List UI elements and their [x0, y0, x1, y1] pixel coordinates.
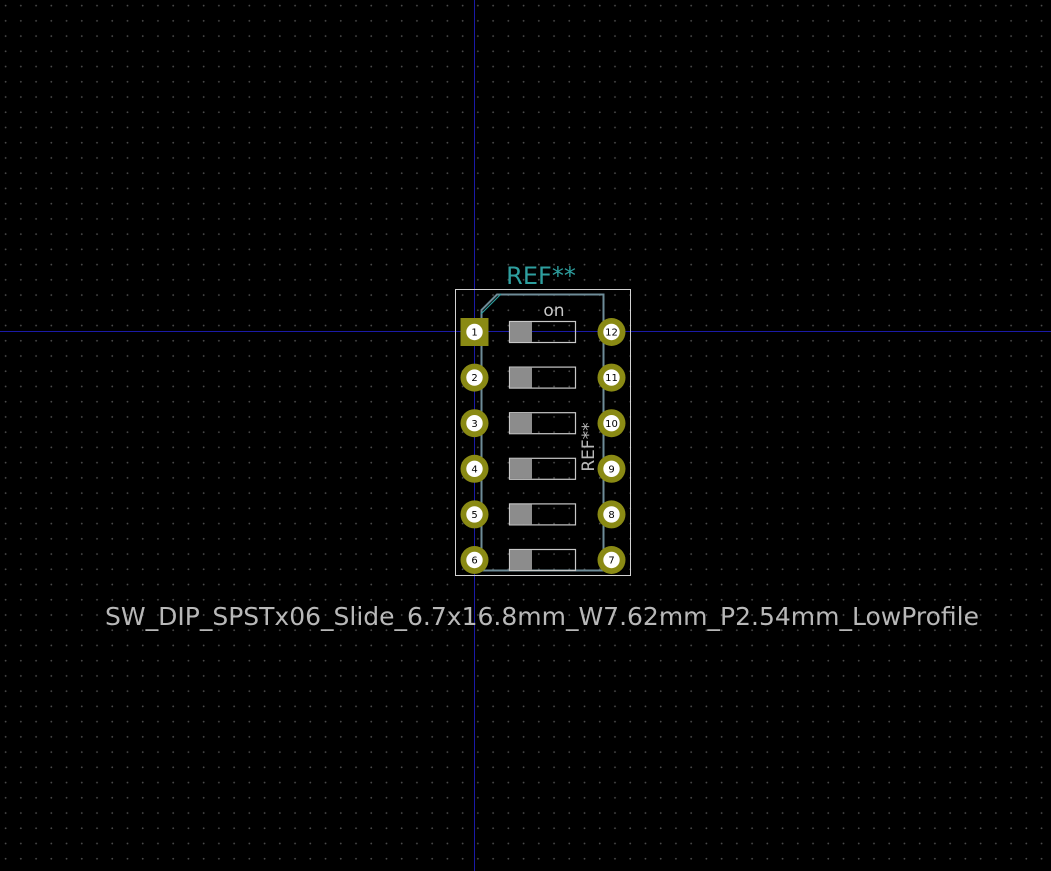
pad-2[interactable]: 2 — [460, 363, 489, 392]
pad-1[interactable]: 1 — [460, 318, 489, 346]
on-label: on — [543, 301, 564, 321]
switch-actuator — [510, 367, 532, 388]
pad-number: 4 — [471, 464, 477, 475]
pad-number: 6 — [471, 556, 477, 567]
reference-label-top[interactable]: REF** — [506, 262, 576, 290]
pad-number: 9 — [608, 464, 614, 475]
switch-actuator — [510, 550, 532, 570]
pad-group: 123456121110987 — [460, 318, 626, 574]
pad-9[interactable]: 9 — [597, 454, 626, 483]
switch-actuator — [510, 413, 532, 434]
pad-number: 7 — [608, 556, 614, 567]
pad-5[interactable]: 5 — [460, 500, 489, 529]
pad-number: 3 — [471, 419, 477, 430]
pad-10[interactable]: 10 — [597, 409, 626, 438]
pcb-canvas[interactable]: REF** on REF** 1 2 3 4 5 6 12 11 10 9 8 7 SW_DIP_SP… — [0, 0, 1051, 871]
reference-label-fab[interactable]: REF** — [579, 422, 599, 471]
pad-4[interactable]: 4 — [460, 454, 489, 483]
pad-6[interactable]: 6 — [460, 546, 489, 574]
pad-11[interactable]: 11 — [597, 363, 626, 392]
pcb-editor-view[interactable]: REF** on REF** 123456121110987 SW_DIP_SP… — [0, 0, 1051, 871]
pad-8[interactable]: 8 — [597, 500, 626, 529]
pin1-marker — [480, 293, 502, 315]
pad-number: 11 — [605, 373, 618, 384]
switch-group — [508, 320, 577, 572]
pad-3[interactable]: 3 — [460, 409, 489, 438]
pad-number: 1 — [471, 328, 477, 339]
switch-actuator — [510, 322, 532, 342]
pad-number: 2 — [471, 373, 477, 384]
pad-number: 8 — [608, 510, 614, 521]
switch-actuator — [510, 458, 532, 479]
pad-number: 12 — [605, 328, 618, 339]
pad-number: 10 — [605, 419, 618, 430]
switch-actuator — [510, 504, 532, 525]
pad-7[interactable]: 7 — [597, 546, 626, 574]
value-label[interactable]: SW_DIP_SPSTx06_Slide_6.7x16.8mm_W7.62mm_… — [105, 602, 979, 631]
pad-12[interactable]: 12 — [597, 318, 626, 346]
pad-number: 5 — [471, 510, 477, 521]
